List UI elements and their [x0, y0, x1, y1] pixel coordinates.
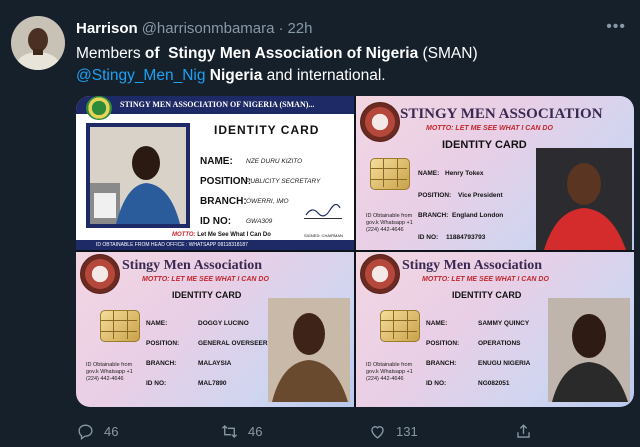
card-labels: NAME: POSITION: BRANCH: ID NO: — [200, 152, 251, 232]
card-signature-label: SIGNED: CHAIRMAN — [304, 233, 343, 238]
separator-dot: · — [278, 20, 284, 37]
label-branch: BRANCH: — [426, 360, 457, 367]
like-button[interactable]: 131 — [368, 422, 418, 441]
heart-icon — [371, 426, 384, 439]
member-photo — [86, 123, 190, 228]
tweet-text: Members of Stingy Men Association of Nig… — [76, 43, 626, 87]
value-name: SAMMY QUINCY — [478, 320, 530, 327]
card-obtainable: ID Obtainable from gov.k Whatsapp +1 (22… — [366, 213, 413, 233]
sim-chip-icon — [100, 310, 140, 342]
reply-icon — [78, 424, 93, 440]
card-motto: MOTTO: LET ME SEE WHAT I CAN DO — [422, 276, 549, 283]
label-name: NAME: — [418, 170, 440, 177]
retweet-button[interactable]: 46 — [220, 422, 262, 441]
label-name: NAME: — [426, 320, 448, 327]
card-title: IDENTITY CARD — [214, 123, 320, 137]
id-card-2[interactable]: STINGY MEN ASSOCIATION MOTTO: LET ME SEE… — [356, 96, 634, 250]
text-tail: and international. — [262, 67, 386, 84]
mention-link[interactable]: @Stingy_Men_ — [76, 67, 182, 84]
like-count: 131 — [396, 424, 418, 439]
card-title: IDENTITY CARD — [452, 290, 522, 300]
value-branch: ENUGU NIGERIA — [478, 360, 531, 367]
reply-count: 46 — [104, 424, 119, 439]
card-association-name: Stingy Men Association — [122, 258, 263, 273]
label-id: ID NO: — [426, 380, 447, 387]
label-position: POSITION: — [200, 176, 252, 187]
label-branch: BRANCH: — [200, 196, 247, 207]
retweet-count: 46 — [248, 424, 263, 439]
sim-chip-icon — [380, 310, 420, 342]
text-abbr: (SMAN) — [418, 45, 478, 62]
text-nigeria: Nigeria — [209, 67, 263, 84]
label-position: POSITION: — [418, 192, 452, 199]
card-title: IDENTITY CARD — [172, 290, 242, 300]
value-position: GENERAL OVERSEER — [198, 340, 268, 347]
text-members: Members — [76, 45, 145, 62]
signature-mark — [304, 203, 342, 219]
value-position: Vice President — [458, 192, 503, 199]
share-icon — [517, 424, 530, 438]
id-card-1[interactable]: STINGY MEN ASSOCIATION OF NIGERIA (SMAN)… — [76, 96, 354, 250]
id-card-3[interactable]: Stingy Men Association MOTTO: LET ME SEE… — [76, 252, 354, 407]
card-motto: MOTTO: Let Me See What I Can Do — [172, 232, 271, 238]
label-id: ID NO: — [200, 216, 232, 227]
card-obtainable: ID Obtainable from gov.k Whatsapp +1 (22… — [86, 362, 133, 382]
value-position: PUBLICITY SECRETARY — [246, 178, 321, 185]
label-id: ID NO: — [418, 234, 439, 241]
tweet-header: Harrison @harrisonmbamara · 22h — [76, 20, 313, 37]
association-seal-icon — [360, 102, 400, 142]
label-position: POSITION: — [146, 340, 180, 347]
reply-button[interactable]: 46 — [76, 422, 118, 441]
card-association-name: Stingy Men Association — [402, 258, 543, 273]
value-branch: England London — [452, 212, 504, 219]
card-footer-text: ID OBTAINABLE FROM HEAD OFFICE : WHATSAP… — [96, 242, 248, 248]
avatar[interactable] — [11, 16, 65, 70]
member-photo — [268, 298, 350, 402]
card-motto: MOTTO: LET ME SEE WHAT I CAN DO — [426, 125, 553, 132]
label-position: POSITION: — [426, 340, 460, 347]
member-photo — [536, 148, 632, 250]
text-org-name: Stingy Men Association of Nigeria — [168, 45, 419, 62]
mention-link-suffix[interactable]: Nig — [182, 67, 205, 84]
label-branch: BRANCH: — [418, 212, 449, 219]
tweet: Harrison @harrisonmbamara · 22h ••• Members… — [0, 0, 640, 447]
association-seal-icon — [360, 254, 400, 294]
author-handle[interactable]: @harrisonmbamara — [142, 20, 275, 37]
value-position: OPERATIONS — [478, 340, 521, 347]
author-name[interactable]: Harrison — [76, 20, 138, 37]
tweet-actions: 46 46 131 — [76, 422, 634, 442]
retweet-icon — [221, 425, 238, 438]
media-grid[interactable]: STINGY MEN ASSOCIATION OF NIGERIA (SMAN)… — [76, 96, 634, 407]
value-name: NZE DURU KIZITO — [246, 158, 303, 165]
id-card-4[interactable]: Stingy Men Association MOTTO: LET ME SEE… — [356, 252, 634, 407]
sim-chip-icon — [370, 158, 410, 190]
share-button[interactable] — [514, 422, 533, 441]
card-obtainable: ID Obtainable from gov.k Whatsapp +1 (22… — [366, 362, 413, 382]
tweet-time[interactable]: 22h — [287, 20, 312, 37]
association-seal-icon — [80, 254, 120, 294]
card-values: NZE DURU KIZITO PUBLICITY SECRETARY OWER… — [246, 152, 320, 232]
label-id: ID NO: — [146, 380, 167, 387]
text-of: of — [144, 45, 160, 62]
card-association-name: STINGY MEN ASSOCIATION — [400, 106, 603, 122]
value-name: Henry Tokex — [445, 170, 484, 177]
card-title: IDENTITY CARD — [442, 139, 527, 151]
member-photo — [548, 298, 630, 402]
value-id: MAL7890 — [198, 380, 227, 387]
card-motto: MOTTO: LET ME SEE WHAT I CAN DO — [142, 276, 269, 283]
coat-of-arms-icon — [86, 96, 112, 120]
value-id: NG082051 — [478, 380, 510, 387]
value-id: 11884793793 — [446, 234, 486, 241]
label-name: NAME: — [200, 156, 233, 167]
value-branch: MALAYSIA — [198, 360, 232, 367]
label-branch: BRANCH: — [146, 360, 177, 367]
value-name: DOGGY LUCINO — [198, 320, 249, 327]
more-options-icon[interactable]: ••• — [606, 18, 626, 36]
card-header-text: STINGY MEN ASSOCIATION OF NIGERIA (SMAN)… — [120, 100, 315, 109]
label-name: NAME: — [146, 320, 168, 327]
